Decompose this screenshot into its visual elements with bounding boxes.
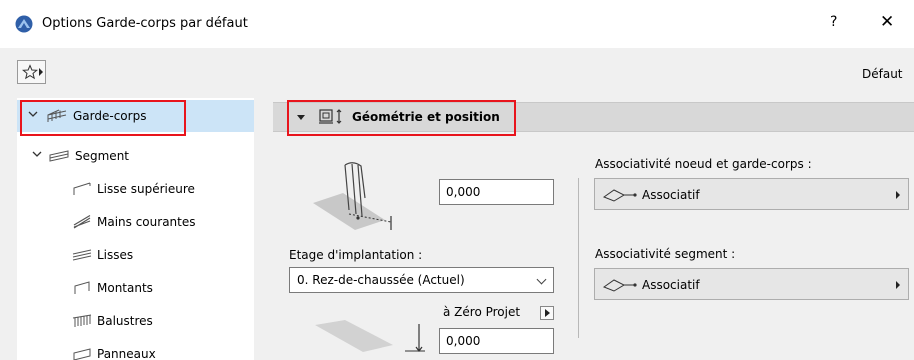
elevation-preview	[315, 320, 425, 352]
story-select-value: 0. Rez-de-chaussée (Actuel)	[297, 273, 465, 287]
tree-item-label: Lisses	[97, 248, 134, 262]
zero-project-button[interactable]	[540, 306, 554, 320]
zero-project-label: à Zéro Projet	[443, 305, 521, 319]
elevation-field[interactable]: 0,000	[439, 328, 554, 354]
tree-item-label: Panneaux	[97, 347, 156, 360]
segment-icon	[49, 150, 69, 162]
segment-assoc-value: Associatif	[642, 278, 700, 292]
close-button[interactable]: ✕	[880, 12, 894, 32]
top-rail-icon	[73, 182, 91, 195]
divider	[578, 178, 579, 338]
play-arrow-icon	[896, 281, 900, 289]
tree-item-lisse-superieure[interactable]: Lisse supérieure	[17, 173, 254, 205]
associative-icon	[602, 189, 637, 202]
default-label: Défaut	[862, 67, 903, 81]
story-label: Etage d'implantation :	[289, 248, 423, 262]
tree-item-label: Segment	[75, 149, 129, 163]
associative-icon	[602, 279, 637, 292]
archicad-app-icon	[15, 15, 33, 33]
tree-item-mains-courantes[interactable]: Mains courantes	[17, 206, 254, 238]
tree-item-panneaux[interactable]: Panneaux	[17, 338, 254, 360]
tree-item-label: Mains courantes	[97, 215, 196, 229]
posts-icon	[74, 281, 90, 294]
tree-item-label: Lisse supérieure	[97, 182, 195, 196]
handrail-icon	[73, 215, 91, 229]
highlight-box	[20, 100, 186, 136]
segment-assoc-label: Associativité segment :	[595, 247, 736, 261]
tree-item-segment[interactable]: Segment	[17, 140, 254, 172]
window-title: Options Garde-corps par défaut	[42, 16, 248, 31]
railing-height-preview	[313, 162, 392, 230]
chevron-down-icon	[32, 151, 42, 157]
title-bar: Options Garde-corps par défaut ? ✕	[0, 0, 914, 48]
tree-item-lisses[interactable]: Lisses	[17, 239, 254, 271]
tree-item-montants[interactable]: Montants	[17, 272, 254, 304]
tree-item-balustres[interactable]: Balustres	[17, 305, 254, 337]
chevron-down-icon	[536, 274, 547, 285]
highlight-box	[287, 100, 516, 136]
panels-icon	[73, 348, 91, 360]
node-assoc-value: Associatif	[642, 188, 700, 202]
balusters-icon	[72, 314, 92, 327]
rails-icon	[72, 249, 92, 261]
play-arrow-icon	[545, 309, 550, 317]
help-button[interactable]: ?	[830, 14, 837, 30]
play-arrow-icon	[896, 191, 900, 199]
story-select[interactable]: 0. Rez-de-chaussée (Actuel)	[289, 267, 554, 293]
settings-tree: Garde-corps Segment Lisse supérieure Mai…	[17, 98, 254, 360]
segment-assoc-button[interactable]: Associatif	[594, 268, 909, 300]
height-field[interactable]: 0,000	[439, 179, 554, 205]
tree-item-label: Balustres	[97, 314, 153, 328]
favorites-button[interactable]	[17, 60, 46, 84]
star-icon	[22, 64, 38, 80]
node-assoc-label: Associativité noeud et garde-corps :	[595, 157, 812, 171]
node-assoc-button[interactable]: Associatif	[594, 178, 909, 210]
dropdown-arrow-icon	[39, 68, 43, 76]
tree-item-label: Montants	[97, 281, 153, 295]
